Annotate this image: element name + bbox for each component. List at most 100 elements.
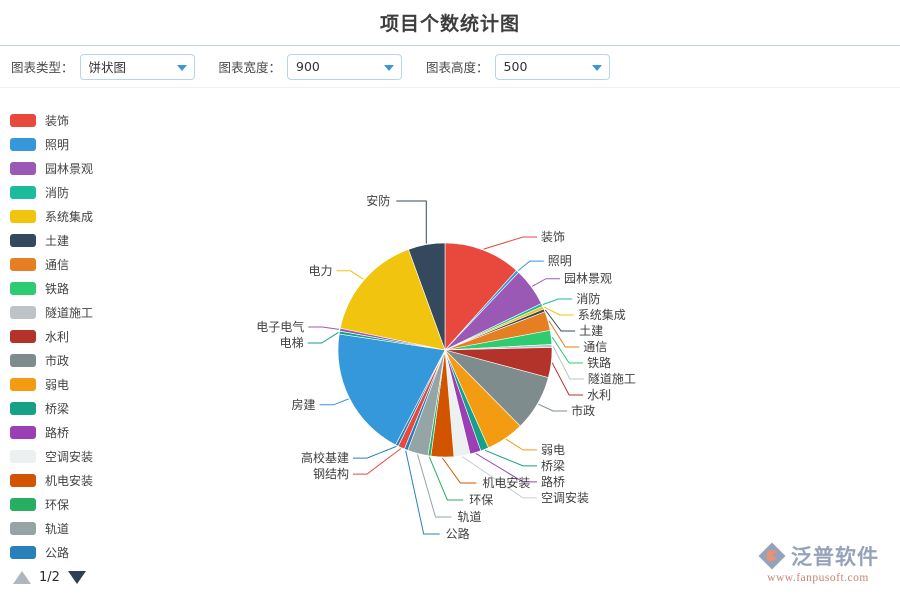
pie-slice-label: 照明 [548,254,572,268]
legend-color-swatch [10,401,36,415]
legend-item-label: 隧道施工 [45,305,94,320]
chart-height-control: 图表高度： 500 [426,53,610,80]
legend-item[interactable]: 环保 [10,492,130,516]
pie-label-group: 电梯 [280,331,339,350]
legend-item-label: 铁路 [45,281,70,296]
pie-label-group: 公路 [405,450,470,541]
legend-color-swatch [10,473,36,487]
legend-item-label: 装饰 [45,113,70,128]
legend-item[interactable]: 土建 [10,228,130,252]
pie-slice-label: 房建 [292,397,316,412]
page-header: 项目个数统计图 [0,0,900,46]
pie-label-group: 系统集成 [543,306,626,322]
legend-item[interactable]: 市政 [10,348,130,372]
chart-width-value: 900 [296,59,320,74]
pie-leader-line [307,331,339,344]
pie-leader-line [396,200,427,244]
pie-slice-label: 安防 [366,193,390,208]
legend-item[interactable]: 系统集成 [10,204,130,228]
legend-item[interactable]: 机电安装 [10,468,130,492]
pie-slice-label: 钢结构 [313,466,349,481]
legend-color-swatch [10,281,36,295]
pie-slice-label: 桥梁 [541,458,565,473]
pie-leader-line [531,278,560,287]
pie-label-group: 房建 [292,397,349,412]
pie-chart: 装饰 照明 园林景观 消防 系统集成 土建 通信 铁路 隧道施工 水利 市政 弱电 桥梁 路桥 空调安装 电力… [130,90,900,560]
legend-item[interactable]: 园林景观 [10,156,130,180]
fanpu-logo-icon [758,542,786,569]
legend-item[interactable]: 铁路 [10,276,130,300]
legend-item[interactable]: 消防 [10,180,130,204]
pie-leader-line [517,260,544,271]
pie-slice-label: 系统集成 [578,307,626,322]
pie-slice-label: 电梯 [280,336,304,350]
legend-color-swatch [10,137,36,151]
pie-leader-line [542,298,573,305]
chart-legend: 装饰照明 园林景观消防系统集成 土建通信铁路隧道施工水利 市政弱电桥梁 路桥 空调安装 机电… [10,108,130,564]
legend-item[interactable]: 照明 [10,132,130,156]
pie-label-group: 轨道 [417,454,481,524]
chart-toolbar: 图表类型： 饼状图 图表宽度： 900 图表高度： 500 [0,46,900,88]
legend-item-label: 公路 [45,545,70,560]
legend-color-swatch [10,449,36,463]
legend-color-swatch [10,209,36,223]
legend-item-label: 弱电 [45,377,70,392]
pie-slice-label: 水利 [587,388,611,402]
legend-item[interactable]: 装饰 [10,108,130,132]
pie-slice-label: 电子电气 [256,319,304,334]
pie-label-group: 电子电气 [256,319,340,334]
pie-leader-line [319,398,349,406]
legend-item[interactable]: 空调安装 [10,444,130,468]
chart-height-label: 图表高度： [426,60,489,75]
legend-item-label: 消防 [45,185,70,200]
pie-slice-label: 弱电 [541,443,565,457]
pie-label-group: 照明 [517,254,572,271]
chart-type-control: 图表类型： 饼状图 [11,53,195,80]
legend-pager: 1/2 [13,570,86,585]
pie-slice-label: 高校基建 [301,450,349,465]
pie-slice-label: 通信 [583,340,607,354]
pie-slice-label: 市政 [571,403,595,418]
chevron-down-icon [591,64,602,71]
legend-color-swatch [10,185,36,199]
pie-label-group: 安防 [366,193,427,244]
legend-color-swatch [10,257,36,271]
pie-slice-label: 园林景观 [564,272,612,286]
triangle-up-icon[interactable] [13,571,31,584]
chart-type-label: 图表类型： [11,60,74,75]
pie-label-group: 弱电 [505,438,565,457]
legend-item[interactable]: 隧道施工 [10,300,130,324]
triangle-down-icon[interactable] [67,571,86,584]
pie-label-group: 机电安装 [441,457,530,490]
pie-leader-line [483,236,537,250]
legend-item[interactable]: 路桥 [10,420,130,444]
pie-slice-label: 机电安装 [482,475,530,490]
legend-item[interactable]: 公路 [10,540,130,564]
pie-slice-label: 消防 [576,291,600,306]
chart-width-label: 图表宽度： [218,60,282,75]
legend-item-label: 环保 [45,497,70,512]
legend-item[interactable]: 轨道 [10,516,130,540]
chart-width-select[interactable]: 900 [287,53,403,80]
legend-item[interactable]: 桥梁 [10,396,130,420]
logo-name: 泛普软件 [791,544,879,569]
pie-slice-label: 铁路 [587,355,611,370]
legend-color-swatch [10,161,36,175]
legend-color-swatch [10,545,36,559]
pie-chart-page: 项目个数统计图 图表类型： 饼状图 图表宽度： 900 图表高度： 500 装饰 [0,0,900,600]
legend-item-label: 通信 [45,257,70,272]
pie-leader-line [353,448,402,475]
legend-item[interactable]: 通信 [10,252,130,276]
pie-label-group: 电力 [309,264,364,280]
pie-leader-line [551,336,584,364]
legend-item[interactable]: 水利 [10,324,130,348]
chart-type-select[interactable]: 饼状图 [79,53,195,80]
pie-leader-line [405,450,440,535]
chart-height-select[interactable]: 500 [494,53,610,80]
pie-slice-label: 电力 [309,264,333,278]
pie-leader-line [505,438,537,451]
chart-height-value: 500 [503,59,528,74]
pie-chart-svg: 装饰照明园林景观消防系统集成土建通信铁路隧道施工水利市政弱电桥梁路桥空调安装 电力… [256,193,636,541]
pie-leader-line [336,270,364,280]
legend-item[interactable]: 弱电 [10,372,130,396]
